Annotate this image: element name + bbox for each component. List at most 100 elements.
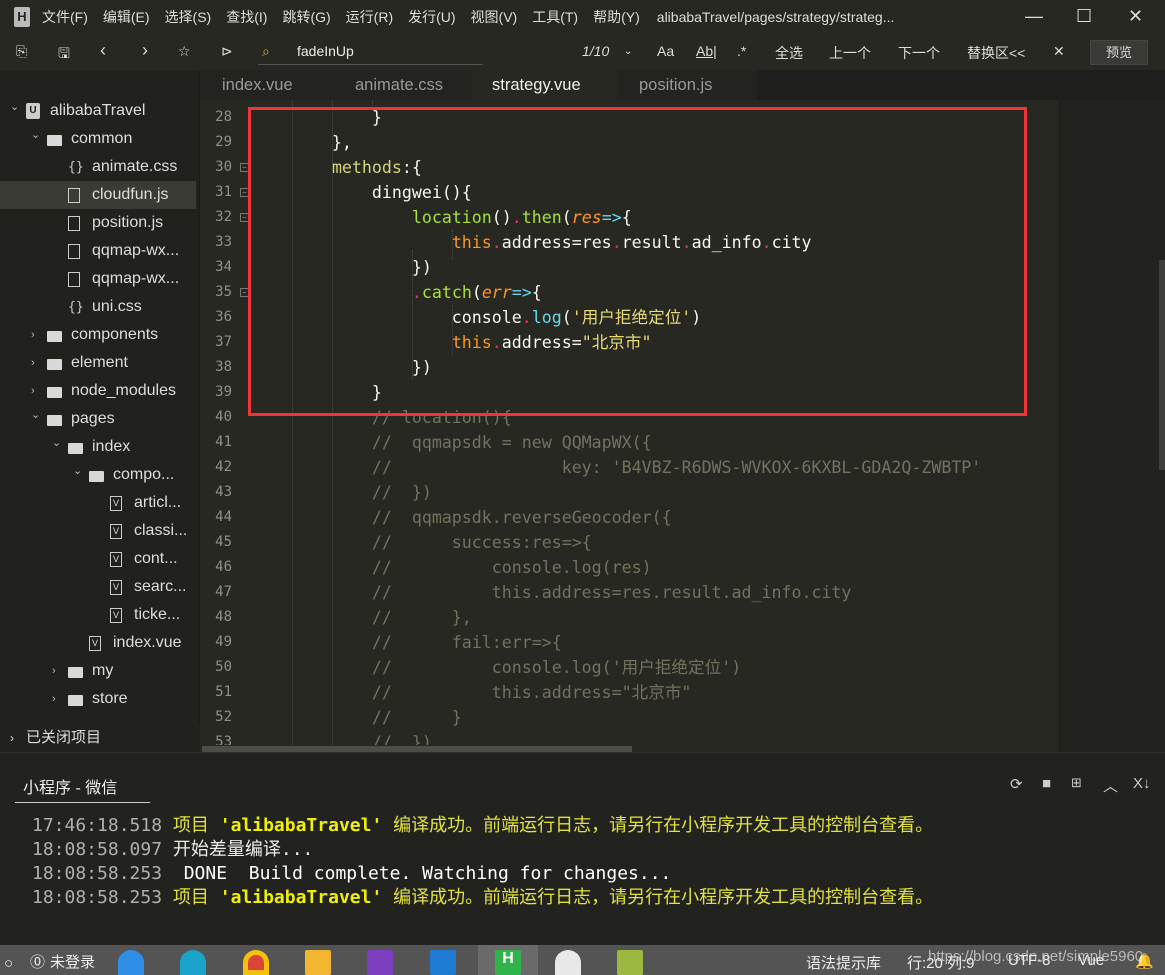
- tree-item[interactable]: ⌄ compo...: [0, 461, 196, 489]
- vertical-scrollbar[interactable]: [1159, 260, 1165, 470]
- tree-item-label: cont...: [134, 550, 178, 567]
- tree-item[interactable]: cloudfun.js: [0, 181, 196, 209]
- match-case-toggle[interactable]: Aa: [657, 43, 674, 59]
- tab-index-vue[interactable]: index.vue: [200, 70, 338, 100]
- tree-item[interactable]: qqmap-wx...: [0, 237, 196, 265]
- tree-item[interactable]: {} uni.css: [0, 293, 196, 321]
- closed-projects[interactable]: › 已关闭项目: [0, 724, 200, 752]
- tree-item[interactable]: ⌄ pages: [0, 405, 196, 433]
- tree-item[interactable]: Vsearc...: [0, 573, 196, 601]
- tree-item[interactable]: Vticke...: [0, 601, 196, 629]
- tree-item[interactable]: qqmap-wx...: [0, 265, 196, 293]
- log-text: 'alibabaTravel': [219, 815, 383, 836]
- tab-strategy-vue[interactable]: strategy.vue: [472, 70, 620, 100]
- chevron-right-icon[interactable]: ›: [31, 321, 35, 349]
- tab-animate-css[interactable]: animate.css: [333, 70, 478, 100]
- tree-item[interactable]: {} animate.css: [0, 153, 196, 181]
- chevron-down-icon[interactable]: ⌄: [31, 121, 40, 149]
- menu-file[interactable]: 文件(F): [42, 7, 88, 27]
- chrome-app-icon[interactable]: [243, 950, 269, 975]
- forward-icon[interactable]: ›: [142, 40, 148, 61]
- tree-item[interactable]: Vindex.vue: [0, 629, 196, 657]
- chevron-down-icon[interactable]: ⌄: [10, 93, 19, 121]
- new-file-icon[interactable]: ⎘: [16, 43, 27, 60]
- visual-studio-icon[interactable]: [367, 950, 393, 975]
- menu-publish[interactable]: 发行(U): [408, 7, 455, 27]
- tree-item-label: alibabaTravel: [50, 102, 146, 119]
- tree-item[interactable]: › store: [0, 685, 196, 713]
- tree-item[interactable]: Varticl...: [0, 489, 196, 517]
- chevron-down-icon[interactable]: ⌄: [31, 401, 40, 429]
- save-icon[interactable]: 🖫: [58, 43, 70, 67]
- tree-item[interactable]: › my: [0, 657, 196, 685]
- feishu-app-icon[interactable]: [118, 950, 144, 975]
- bookmark-star-icon[interactable]: ☆: [178, 43, 191, 60]
- clear-scroll-icon[interactable]: X↓: [1133, 775, 1151, 792]
- tree-item[interactable]: › components: [0, 321, 196, 349]
- previous-match-button[interactable]: 上一个: [829, 43, 871, 63]
- menu-view[interactable]: 视图(V): [471, 7, 518, 27]
- tree-item-label: compo...: [113, 466, 175, 483]
- menu-find[interactable]: 查找(I): [226, 7, 267, 27]
- menu-help[interactable]: 帮助(Y): [593, 7, 640, 27]
- menu-select[interactable]: 选择(S): [165, 7, 212, 27]
- chevron-right-icon[interactable]: ›: [31, 349, 35, 377]
- menu-goto[interactable]: 跳转(G): [282, 7, 330, 27]
- close-find-button[interactable]: ✕: [1053, 43, 1065, 60]
- match-dropdown-icon[interactable]: ⌄: [624, 46, 632, 57]
- new-terminal-icon[interactable]: ⊞: [1071, 775, 1082, 791]
- replace-toggle-button[interactable]: 替换区<<: [967, 43, 1025, 63]
- console-tab[interactable]: 小程序 - 微信: [15, 774, 150, 803]
- syntax-library[interactable]: 语法提示库: [806, 952, 881, 973]
- code-line: // console.log(res): [252, 555, 652, 580]
- file-explorer-icon[interactable]: [305, 950, 331, 975]
- tree-item[interactable]: position.js: [0, 209, 196, 237]
- log-timestamp: 17:46:18.518: [32, 815, 163, 836]
- tree-item[interactable]: Vcont...: [0, 545, 196, 573]
- stop-icon[interactable]: ■: [1042, 775, 1051, 792]
- tree-item[interactable]: › element: [0, 349, 196, 377]
- vscode-icon[interactable]: [430, 950, 456, 975]
- log-text: 开始差量编译...: [162, 839, 314, 860]
- folder-icon: [68, 695, 83, 706]
- wechat-devtools-icon[interactable]: [555, 950, 581, 975]
- chevron-up-icon[interactable]: ︿: [1103, 775, 1118, 796]
- horizontal-scrollbar[interactable]: [202, 745, 1059, 752]
- menu-tools[interactable]: 工具(T): [532, 7, 578, 27]
- menu-edit[interactable]: 编辑(E): [103, 7, 150, 27]
- find-input[interactable]: fadeInUp: [297, 43, 354, 59]
- chevron-right-icon[interactable]: ›: [52, 657, 56, 685]
- next-match-button[interactable]: 下一个: [898, 43, 940, 63]
- maximize-button[interactable]: ☐: [1076, 6, 1092, 27]
- tab-position-js[interactable]: position.js: [617, 70, 757, 100]
- minimize-button[interactable]: —: [1025, 6, 1043, 27]
- close-window-button[interactable]: ✕: [1128, 6, 1143, 27]
- restart-run-icon[interactable]: ⟳: [1010, 775, 1023, 793]
- tree-item[interactable]: ⌄ index: [0, 433, 196, 461]
- regex-toggle[interactable]: .*: [737, 43, 746, 59]
- login-status[interactable]: 未登录: [50, 951, 95, 972]
- edge-app-icon[interactable]: [180, 950, 206, 975]
- tree-item[interactable]: Vclassi...: [0, 517, 196, 545]
- code-line: // qqmapsdk = new QQMapWX({: [252, 430, 652, 455]
- tree-item[interactable]: › node_modules: [0, 377, 196, 405]
- hbuilderx-taskbar-active[interactable]: H: [478, 945, 538, 975]
- tree-item-label: element: [71, 354, 128, 371]
- chevron-right-icon[interactable]: ›: [52, 685, 56, 713]
- search-icon[interactable]: ○: [4, 955, 13, 972]
- preview-button[interactable]: 预览: [1090, 40, 1148, 65]
- run-icon[interactable]: ⊳: [221, 43, 233, 60]
- whole-word-toggle[interactable]: Ab|: [696, 43, 717, 59]
- minimap[interactable]: [1059, 100, 1165, 752]
- back-icon[interactable]: ‹: [100, 40, 106, 61]
- tree-item[interactable]: ⌄ UalibabaTravel: [0, 97, 196, 125]
- chevron-down-icon[interactable]: ⌄: [52, 429, 61, 457]
- code-token: // console.log(res): [252, 558, 652, 577]
- chevron-down-icon[interactable]: ⌄: [73, 457, 82, 485]
- tree-item[interactable]: ⌄ common: [0, 125, 196, 153]
- menu-run[interactable]: 运行(R): [346, 7, 393, 27]
- log-line: 18:08:58.253 DONE Build complete. Watchi…: [32, 862, 671, 886]
- file-icon: [68, 188, 80, 203]
- notepad-app-icon[interactable]: [617, 950, 643, 975]
- select-all-button[interactable]: 全选: [775, 43, 803, 63]
